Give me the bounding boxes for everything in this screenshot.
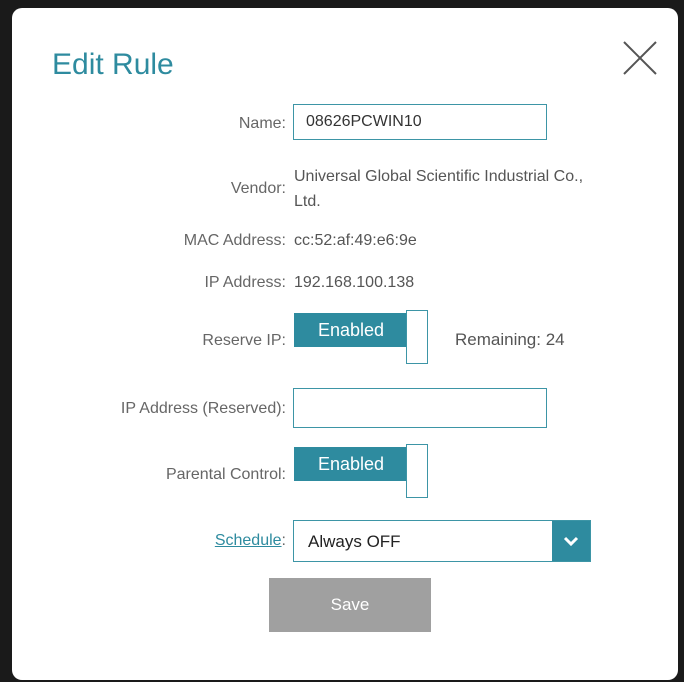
schedule-colon: : <box>281 532 286 549</box>
reserve-ip-label: Reserve IP: <box>202 332 286 349</box>
parental-control-state: Enabled <box>294 447 408 481</box>
parental-control-label: Parental Control: <box>165 466 286 483</box>
mac-address-label: MAC Address: <box>183 232 286 249</box>
vendor-value-line2: Ltd. <box>294 193 321 210</box>
reserve-ip-toggle[interactable]: Enabled <box>294 310 430 364</box>
ip-address-value: 192.168.100.138 <box>294 274 415 291</box>
schedule-select[interactable]: Always OFF <box>293 520 591 562</box>
remaining-count: Remaining: 24 <box>455 330 565 349</box>
ip-address-label: IP Address: <box>204 274 286 291</box>
reserve-ip-toggle-knob[interactable] <box>406 310 428 364</box>
parental-control-toggle[interactable]: Enabled <box>294 444 430 498</box>
name-label: Name: <box>238 115 286 132</box>
schedule-label: Schedule: <box>215 532 286 550</box>
vendor-value: Universal Global Scientific Industrial C… <box>294 164 583 214</box>
parental-control-toggle-knob[interactable] <box>406 444 428 498</box>
ip-reserved-input[interactable] <box>293 388 547 428</box>
schedule-selected-value: Always OFF <box>308 532 401 551</box>
name-input[interactable] <box>293 104 547 140</box>
ip-reserved-label: IP Address (Reserved): <box>120 400 286 417</box>
schedule-link[interactable]: Schedule <box>215 532 282 549</box>
chevron-down-icon[interactable] <box>552 521 590 561</box>
mac-address-value: cc:52:af:49:e6:9e <box>294 232 417 249</box>
save-button[interactable]: Save <box>269 578 431 632</box>
edit-rule-dialog: Edit Rule Name: Vendor: Universal Global… <box>12 8 678 680</box>
close-icon[interactable] <box>620 38 660 78</box>
reserve-ip-state: Enabled <box>294 313 408 347</box>
dialog-title: Edit Rule <box>52 48 174 81</box>
vendor-label: Vendor: <box>230 180 286 197</box>
vendor-value-line1: Universal Global Scientific Industrial C… <box>294 168 584 185</box>
